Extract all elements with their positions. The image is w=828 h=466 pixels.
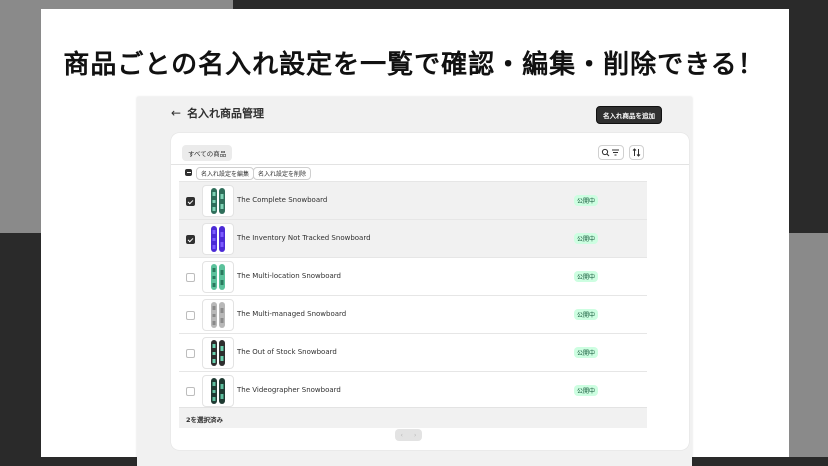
product-name[interactable]: The Complete Snowboard [237, 196, 327, 204]
admin-window: ← 名入れ商品管理 名入れ商品を追加 すべての商品 名入れ設定を編集 名入れ設定… [137, 97, 692, 466]
search-filter-icon [601, 148, 619, 157]
status-badge: 公開中 [574, 271, 599, 282]
products-panel: すべての商品 名入れ設定を編集 名入れ設定を削除 The Complete Sn… [171, 133, 689, 450]
snowboard-image [211, 378, 225, 404]
status-badge: 公開中 [574, 347, 599, 358]
table-row[interactable]: The Out of Stock Snowboard 公開中 [179, 333, 647, 371]
snowboard-image [211, 188, 225, 214]
selected-count: 2を選択済み [186, 416, 224, 424]
product-name[interactable]: The Multi-managed Snowboard [237, 310, 346, 318]
delete-personalization-button[interactable]: 名入れ設定を削除 [253, 167, 312, 180]
product-thumbnail [202, 261, 234, 293]
row-checkbox[interactable] [186, 387, 195, 396]
add-product-button[interactable]: 名入れ商品を追加 [596, 106, 662, 124]
product-thumbnail [202, 375, 234, 407]
background-gray-left [0, 0, 41, 233]
product-thumbnail [202, 337, 234, 369]
pagination: ‹ › [395, 429, 422, 441]
snowboard-image [211, 340, 225, 366]
row-checkbox[interactable] [186, 197, 195, 206]
product-name[interactable]: The Multi-location Snowboard [237, 272, 341, 280]
snowboard-image [211, 264, 225, 290]
background-dark-left [0, 233, 41, 466]
row-checkbox[interactable] [186, 349, 195, 358]
row-checkbox[interactable] [186, 273, 195, 282]
headline: 商品ごとの名入れ設定を一覧で確認・編集・削除できる！ [63, 50, 765, 80]
background-dark-right [789, 0, 828, 233]
status-badge: 公開中 [574, 309, 599, 320]
bulk-action-bar: 名入れ設定を編集 名入れ設定を削除 [171, 164, 689, 181]
product-name[interactable]: The Inventory Not Tracked Snowboard [237, 234, 371, 242]
background-dark-top [233, 0, 828, 9]
product-name[interactable]: The Out of Stock Snowboard [237, 348, 337, 356]
snowboard-image [211, 302, 225, 328]
background-gray-right [789, 233, 828, 466]
selection-footer: 2を選択済み [179, 407, 647, 428]
product-thumbnail [202, 185, 234, 217]
search-filter-button[interactable] [598, 145, 624, 160]
table-row[interactable]: The Multi-managed Snowboard 公開中 [179, 295, 647, 333]
product-thumbnail [202, 223, 234, 255]
snowboard-image [211, 226, 225, 252]
prev-page-button[interactable]: ‹ [395, 429, 409, 441]
status-badge: 公開中 [574, 385, 599, 396]
status-badge: 公開中 [574, 233, 599, 244]
status-badge: 公開中 [574, 195, 599, 206]
product-thumbnail [202, 299, 234, 331]
page-title: 名入れ商品管理 [187, 107, 265, 120]
sort-icon [632, 148, 641, 157]
row-checkbox[interactable] [186, 311, 195, 320]
sort-button[interactable] [629, 145, 644, 160]
product-name[interactable]: The Videographer Snowboard [237, 386, 341, 394]
table-row[interactable]: The Inventory Not Tracked Snowboard 公開中 [179, 219, 647, 257]
table-row[interactable]: The Complete Snowboard 公開中 [179, 181, 647, 219]
table-row[interactable]: The Videographer Snowboard 公開中 [179, 371, 647, 409]
table-row[interactable]: The Multi-location Snowboard 公開中 [179, 257, 647, 295]
page-header: ← 名入れ商品管理 [171, 105, 264, 121]
back-arrow-icon[interactable]: ← [171, 107, 181, 119]
select-all-checkbox[interactable] [185, 169, 192, 176]
edit-personalization-button[interactable]: 名入れ設定を編集 [196, 167, 255, 180]
tab-all-products[interactable]: すべての商品 [182, 145, 233, 161]
row-checkbox[interactable] [186, 235, 195, 244]
next-page-button[interactable]: › [409, 429, 423, 441]
